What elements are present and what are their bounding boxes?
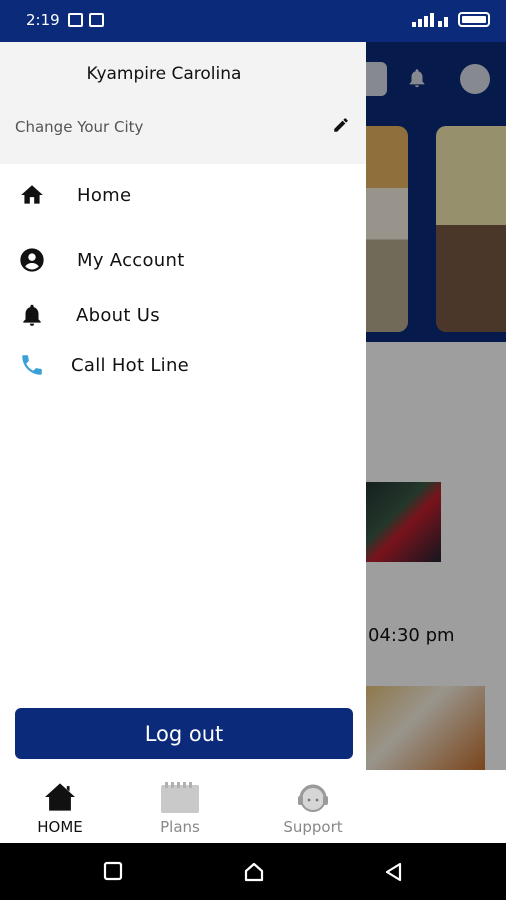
battery-icon [458,12,490,27]
menu-item-label: Home [77,184,132,206]
system-navigation-bar [0,843,506,900]
support-agent-icon [298,784,328,812]
menu-item-label: Call Hot Line [71,354,190,376]
menu-item-about-us[interactable]: About Us [0,293,366,337]
gallery-notification-icon [68,13,83,27]
tab-plans[interactable]: Plans [120,770,240,843]
drawer-header: Kyampire Carolina Change Your City [0,42,366,164]
menu-item-call-hot-line[interactable]: Call Hot Line [0,343,366,387]
menu-item-label: About Us [76,304,160,326]
change-city-link[interactable]: Change Your City [15,118,143,136]
home-icon [18,181,46,209]
menu-item-my-account[interactable]: My Account [0,238,366,282]
menu-item-label: My Account [77,249,185,271]
phone-icon [18,351,46,379]
recents-icon[interactable] [103,861,123,881]
account-icon [18,246,46,274]
tab-label: Plans [160,818,200,836]
user-name: Kyampire Carolina [86,64,242,84]
bottom-tab-bar: HOME Plans Support [0,770,506,843]
tab-label: Support [283,818,343,836]
menu-item-home[interactable]: Home [0,173,366,217]
app-notification-icon [89,13,104,27]
tab-home[interactable]: HOME [0,770,120,843]
status-bar: 2:19 [0,0,506,42]
tab-label: HOME [37,818,83,836]
status-time: 2:19 [26,11,60,29]
signal-icon [412,12,452,27]
logout-button[interactable]: Log out [15,708,353,759]
home-nav-icon[interactable] [243,861,265,883]
pencil-icon[interactable] [332,116,350,134]
navigation-drawer: Kyampire Carolina Change Your City Home … [0,42,366,770]
calendar-icon [161,782,199,813]
tab-support[interactable]: Support [253,770,373,843]
back-icon[interactable] [383,861,403,883]
home-icon [45,783,75,811]
bell-icon [18,301,46,329]
